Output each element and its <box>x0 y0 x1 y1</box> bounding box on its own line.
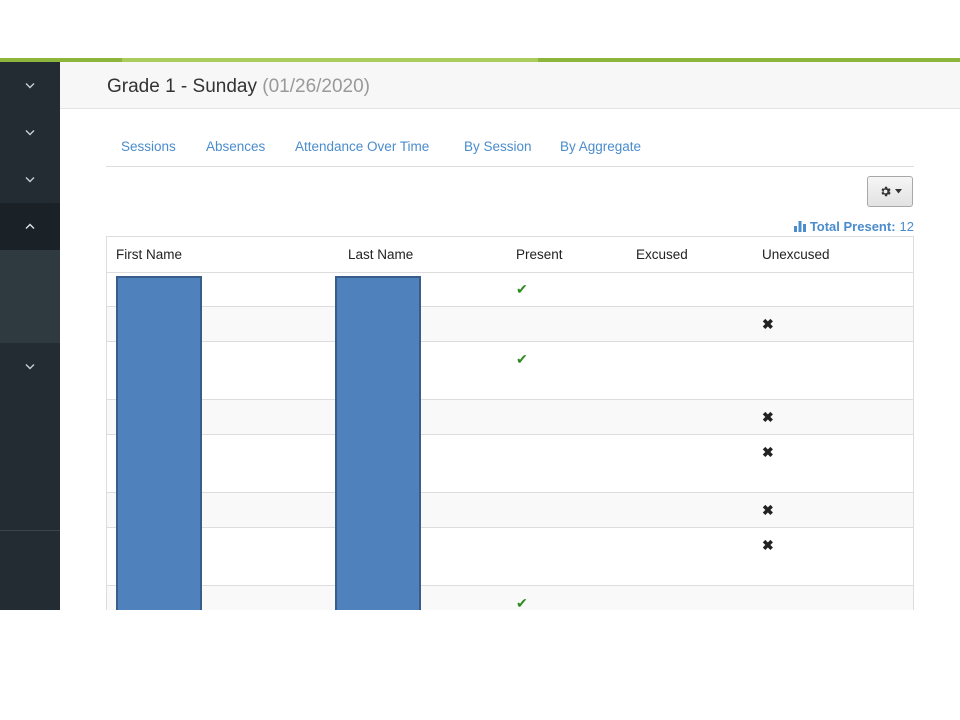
page-title-text: Grade 1 - Sunday <box>107 76 257 97</box>
table-row: ✔ <box>107 342 913 400</box>
sidebar-footer <box>0 530 60 611</box>
page-title: Grade 1 - Sunday (01/26/2020) <box>107 76 370 98</box>
redaction-last-name <box>335 276 421 610</box>
total-present: Total Present: 12 <box>793 219 914 234</box>
unexcused-cross-icon: ✖ <box>762 537 774 553</box>
chevron-down-icon <box>25 130 35 136</box>
tab-by-session[interactable]: By Session <box>464 139 532 154</box>
sidebar-item-3[interactable] <box>0 156 60 203</box>
column-last-name[interactable]: Last Name <box>348 247 413 262</box>
present-check-icon: ✔ <box>516 281 528 297</box>
unexcused-cross-icon: ✖ <box>762 409 774 425</box>
settings-dropdown-button[interactable] <box>867 176 913 207</box>
column-present[interactable]: Present <box>516 247 563 262</box>
table-row: ✖ <box>107 528 913 586</box>
chevron-down-icon <box>25 177 35 183</box>
caret-down-icon <box>894 189 902 194</box>
unexcused-cross-icon: ✖ <box>762 316 774 332</box>
total-present-label: Total Present: <box>809 219 896 234</box>
unexcused-cross-icon: ✖ <box>762 444 774 460</box>
sidebar-item-5[interactable] <box>0 343 60 390</box>
column-excused[interactable]: Excused <box>636 247 688 262</box>
table-row: ✖ <box>107 307 913 342</box>
gear-icon <box>880 186 891 197</box>
total-present-value: 12 <box>899 219 914 234</box>
table-header: First Name Last Name Present Excused Une… <box>107 237 913 273</box>
table-row: ✖ <box>107 493 913 528</box>
present-check-icon: ✔ <box>516 595 528 610</box>
tab-by-aggregate[interactable]: By Aggregate <box>560 139 641 154</box>
unexcused-cross-icon: ✖ <box>762 502 774 518</box>
bar-chart-icon <box>793 221 806 232</box>
column-unexcused[interactable]: Unexcused <box>762 247 830 262</box>
sidebar <box>0 62 60 610</box>
page-header: Grade 1 - Sunday (01/26/2020) <box>60 62 960 109</box>
report-tabs: Sessions Absences Attendance Over Time B… <box>106 130 914 167</box>
table-row: ✖ <box>107 400 913 435</box>
redaction-first-name <box>116 276 202 610</box>
sidebar-item-1[interactable] <box>0 62 60 109</box>
table-row: ✖ <box>107 435 913 493</box>
column-first-name[interactable]: First Name <box>116 247 182 262</box>
sidebar-item-2[interactable] <box>0 109 60 156</box>
chevron-down-icon <box>25 364 35 370</box>
sidebar-item-4[interactable] <box>0 203 60 250</box>
page-date: (01/26/2020) <box>262 76 371 97</box>
chevron-down-icon <box>25 83 35 89</box>
chevron-up-icon <box>25 223 35 229</box>
tab-absences[interactable]: Absences <box>206 139 265 154</box>
sidebar-submenu-area <box>0 250 60 343</box>
present-check-icon: ✔ <box>516 351 528 367</box>
table-row: ✔ <box>107 272 913 307</box>
table-row: ✔ <box>107 586 913 610</box>
tab-sessions[interactable]: Sessions <box>121 139 176 154</box>
tab-attendance-over-time[interactable]: Attendance Over Time <box>295 139 429 154</box>
attendance-table: First Name Last Name Present Excused Une… <box>106 236 914 610</box>
